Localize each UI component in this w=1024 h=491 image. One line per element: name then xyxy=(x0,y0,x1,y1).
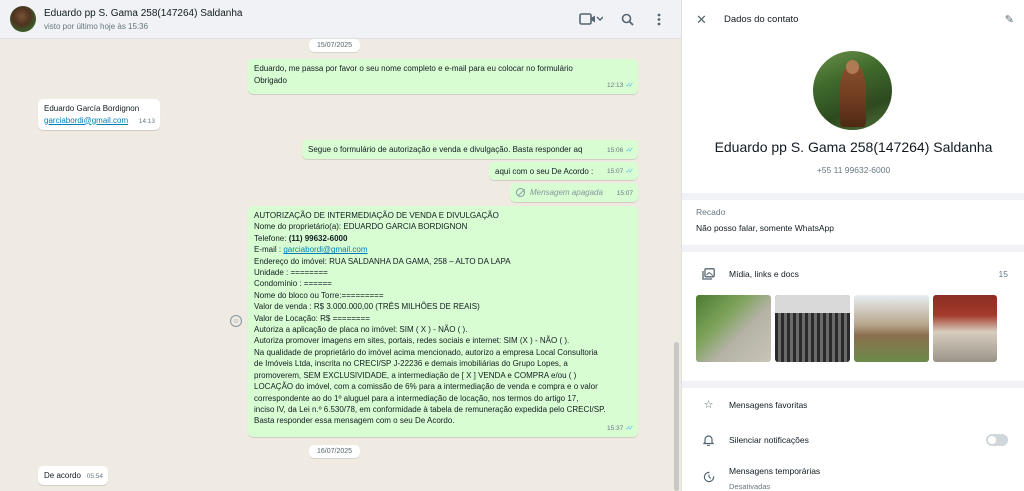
deleted-message: Mensagem apagada xyxy=(516,187,632,199)
menu-icon[interactable] xyxy=(651,11,667,27)
chat-header[interactable]: Eduardo pp S. Gama 258(147264) Saldanha … xyxy=(0,0,681,39)
read-ticks-icon: ✓✓ xyxy=(625,146,634,154)
about-label: Recado xyxy=(696,207,726,217)
form-line: Valor de venda : R$ 3.000.000,00 (TRÊS M… xyxy=(254,302,480,312)
message-meta: 15:37 ✓✓ xyxy=(606,423,634,434)
read-ticks-icon: ✓✓ xyxy=(625,424,634,432)
message-deleted[interactable]: Mensagem apagada 15:07 xyxy=(510,183,638,202)
section-divider xyxy=(682,193,1024,200)
message-time: 15:07 xyxy=(616,189,633,197)
section-divider xyxy=(682,245,1024,252)
message-outgoing[interactable]: aqui com o seu De Acordo : 15:07 ✓✓ xyxy=(489,162,638,180)
message-time: 15:07 xyxy=(606,167,624,175)
form-line: Autoriza promover imagens em sites, port… xyxy=(254,336,570,346)
media-links-docs-button[interactable]: Mídia, links e docs xyxy=(729,269,799,279)
date-chip: 16/07/2025 xyxy=(309,445,361,458)
section-divider xyxy=(682,381,1024,388)
contact-phone: +55 11 99632-6000 xyxy=(816,165,891,175)
date-chip: 15/07/2025 xyxy=(309,39,361,52)
media-thumbnail[interactable] xyxy=(854,295,929,362)
form-line: Autoriza a aplicação de placa no imóvel:… xyxy=(254,325,468,335)
close-icon[interactable]: ✕ xyxy=(696,13,708,26)
media-thumbnail[interactable] xyxy=(775,295,850,362)
chat-pane: Eduardo pp S. Gama 258(147264) Saldanha … xyxy=(0,0,681,491)
form-line: inciso IV, da Lei n.º 6.530/78, em confo… xyxy=(254,404,606,414)
disappearing-messages-status: Desativadas xyxy=(729,482,771,491)
mute-notifications-toggle[interactable] xyxy=(986,434,1008,446)
profile-photo[interactable] xyxy=(813,51,892,130)
chat-title[interactable]: Eduardo pp S. Gama 258(147264) Saldanha xyxy=(44,8,242,19)
media-thumbnail[interactable] xyxy=(696,295,771,362)
emoji-react-icon[interactable]: ☺ xyxy=(230,315,242,327)
form-line: Nome do proprietário(a): EDUARDO GARCIA … xyxy=(254,222,468,232)
message-text: Obrigado xyxy=(254,75,287,85)
email-link[interactable]: garciabordi@gmail.com xyxy=(44,115,154,127)
edit-pencil-icon[interactable]: ✎ xyxy=(1005,13,1014,26)
form-line: Na qualidade de proprietário do imóvel a… xyxy=(254,347,598,357)
contact-info-title: Dados do contato xyxy=(724,14,799,25)
message-meta: 15:07 ✓✓ xyxy=(606,166,634,178)
form-line: E-mail : garciabordi@gmail.com xyxy=(254,244,632,255)
form-line: Endereço do imóvel: RUA SALDANHA DA GAMA… xyxy=(254,256,511,266)
message-meta: 12:13 ✓✓ xyxy=(606,80,634,92)
deleted-icon xyxy=(516,188,525,198)
form-label: Telefone: xyxy=(254,233,289,243)
profile-photo-figure xyxy=(840,65,866,127)
message-outgoing[interactable]: Eduardo, me passa por favor o seu nome c… xyxy=(248,59,638,94)
message-incoming[interactable]: De acordo 05:54 xyxy=(38,466,108,485)
message-outgoing-form[interactable]: AUTORIZAÇÃO DE INTERMEDIAÇÃO DE VENDA E … xyxy=(248,206,638,437)
bell-icon xyxy=(702,433,715,446)
search-icon[interactable] xyxy=(619,11,635,27)
disappearing-messages-button[interactable]: Mensagens temporárias xyxy=(729,466,820,476)
message-time: 15:37 xyxy=(606,424,624,432)
read-ticks-icon: ✓✓ xyxy=(625,167,634,175)
message-text: Eduardo, me passa por favor o seu nome c… xyxy=(254,64,573,73)
media-gallery-icon xyxy=(702,267,715,280)
media-count[interactable]: 15 xyxy=(999,269,1008,279)
message-list[interactable]: 15/07/2025 Eduardo, me passa por favor o… xyxy=(0,39,681,491)
form-line: promoverem, SEM EXCLUSIVIDADE, a interme… xyxy=(254,370,577,380)
sender-name: Eduardo García Bordignon xyxy=(44,104,140,113)
chat-avatar[interactable] xyxy=(10,6,36,32)
chat-scrollbar[interactable] xyxy=(674,342,679,491)
contact-info-header: ✕ Dados do contato xyxy=(682,0,1024,39)
mute-notifications-label: Silenciar notificações xyxy=(729,435,809,445)
chat-header-actions xyxy=(579,11,667,27)
form-line: Basta responder essa mensagem com o seu … xyxy=(254,416,455,426)
video-call-icon[interactable] xyxy=(579,11,603,27)
contact-name: Eduardo pp S. Gama 258(147264) Saldanha xyxy=(714,139,993,155)
phone-number: (11) 99632-6000 xyxy=(288,233,348,243)
email-link[interactable]: garciabordi@gmail.com xyxy=(283,245,367,254)
starred-messages-button[interactable]: Mensagens favoritas xyxy=(729,400,807,410)
message-time: 05:54 xyxy=(86,472,103,480)
form-line: de Imóveis Ltda, inscrita no CRECI/SP J-… xyxy=(254,359,568,369)
chat-header-text[interactable]: Eduardo pp S. Gama 258(147264) Saldanha … xyxy=(44,8,242,31)
message-time: 14:13 xyxy=(138,117,155,125)
message-outgoing[interactable]: Segue o formulário de autorização e vend… xyxy=(302,140,638,159)
message-text: Segue o formulário de autorização e vend… xyxy=(308,145,583,154)
about-text: Não posso falar, somente WhatsApp xyxy=(696,223,834,233)
form-line: Unidade : ======== xyxy=(254,268,328,278)
contact-info-pane: ✕ Dados do contato ✎ Eduardo pp S. Gama … xyxy=(681,0,1024,491)
last-seen: visto por último hoje às 15:36 xyxy=(44,21,149,31)
message-meta: 15:06 ✓✓ xyxy=(606,145,634,157)
profile-photo-head xyxy=(846,60,859,74)
media-thumbnail[interactable] xyxy=(933,295,997,362)
message-time: 12:13 xyxy=(606,81,624,89)
form-line: Nome do bloco ou Torre:========= xyxy=(254,290,384,300)
form-line: Telefone: (11) 99632-6000 xyxy=(254,233,632,244)
form-line: correspondente ao do 1º aluguel para a i… xyxy=(254,393,579,403)
message-time: 15:06 xyxy=(606,146,624,154)
timer-icon xyxy=(702,470,715,483)
star-icon: ☆ xyxy=(703,399,714,411)
message-incoming[interactable]: Eduardo García Bordignon garciabordi@gma… xyxy=(38,99,160,130)
message-text: Mensagem apagada xyxy=(530,188,603,197)
form-line: Condomínio : ====== xyxy=(254,279,332,289)
form-line: LOCAÇÃO do imóvel, com a comissão de 6% … xyxy=(254,382,598,392)
form-line: Valor de Locação: R$ ======== xyxy=(254,313,370,323)
read-ticks-icon: ✓✓ xyxy=(625,81,634,89)
form-line: AUTORIZAÇÃO DE INTERMEDIAÇÃO DE VENDA E … xyxy=(254,211,499,220)
form-label: E-mail : xyxy=(254,245,284,255)
